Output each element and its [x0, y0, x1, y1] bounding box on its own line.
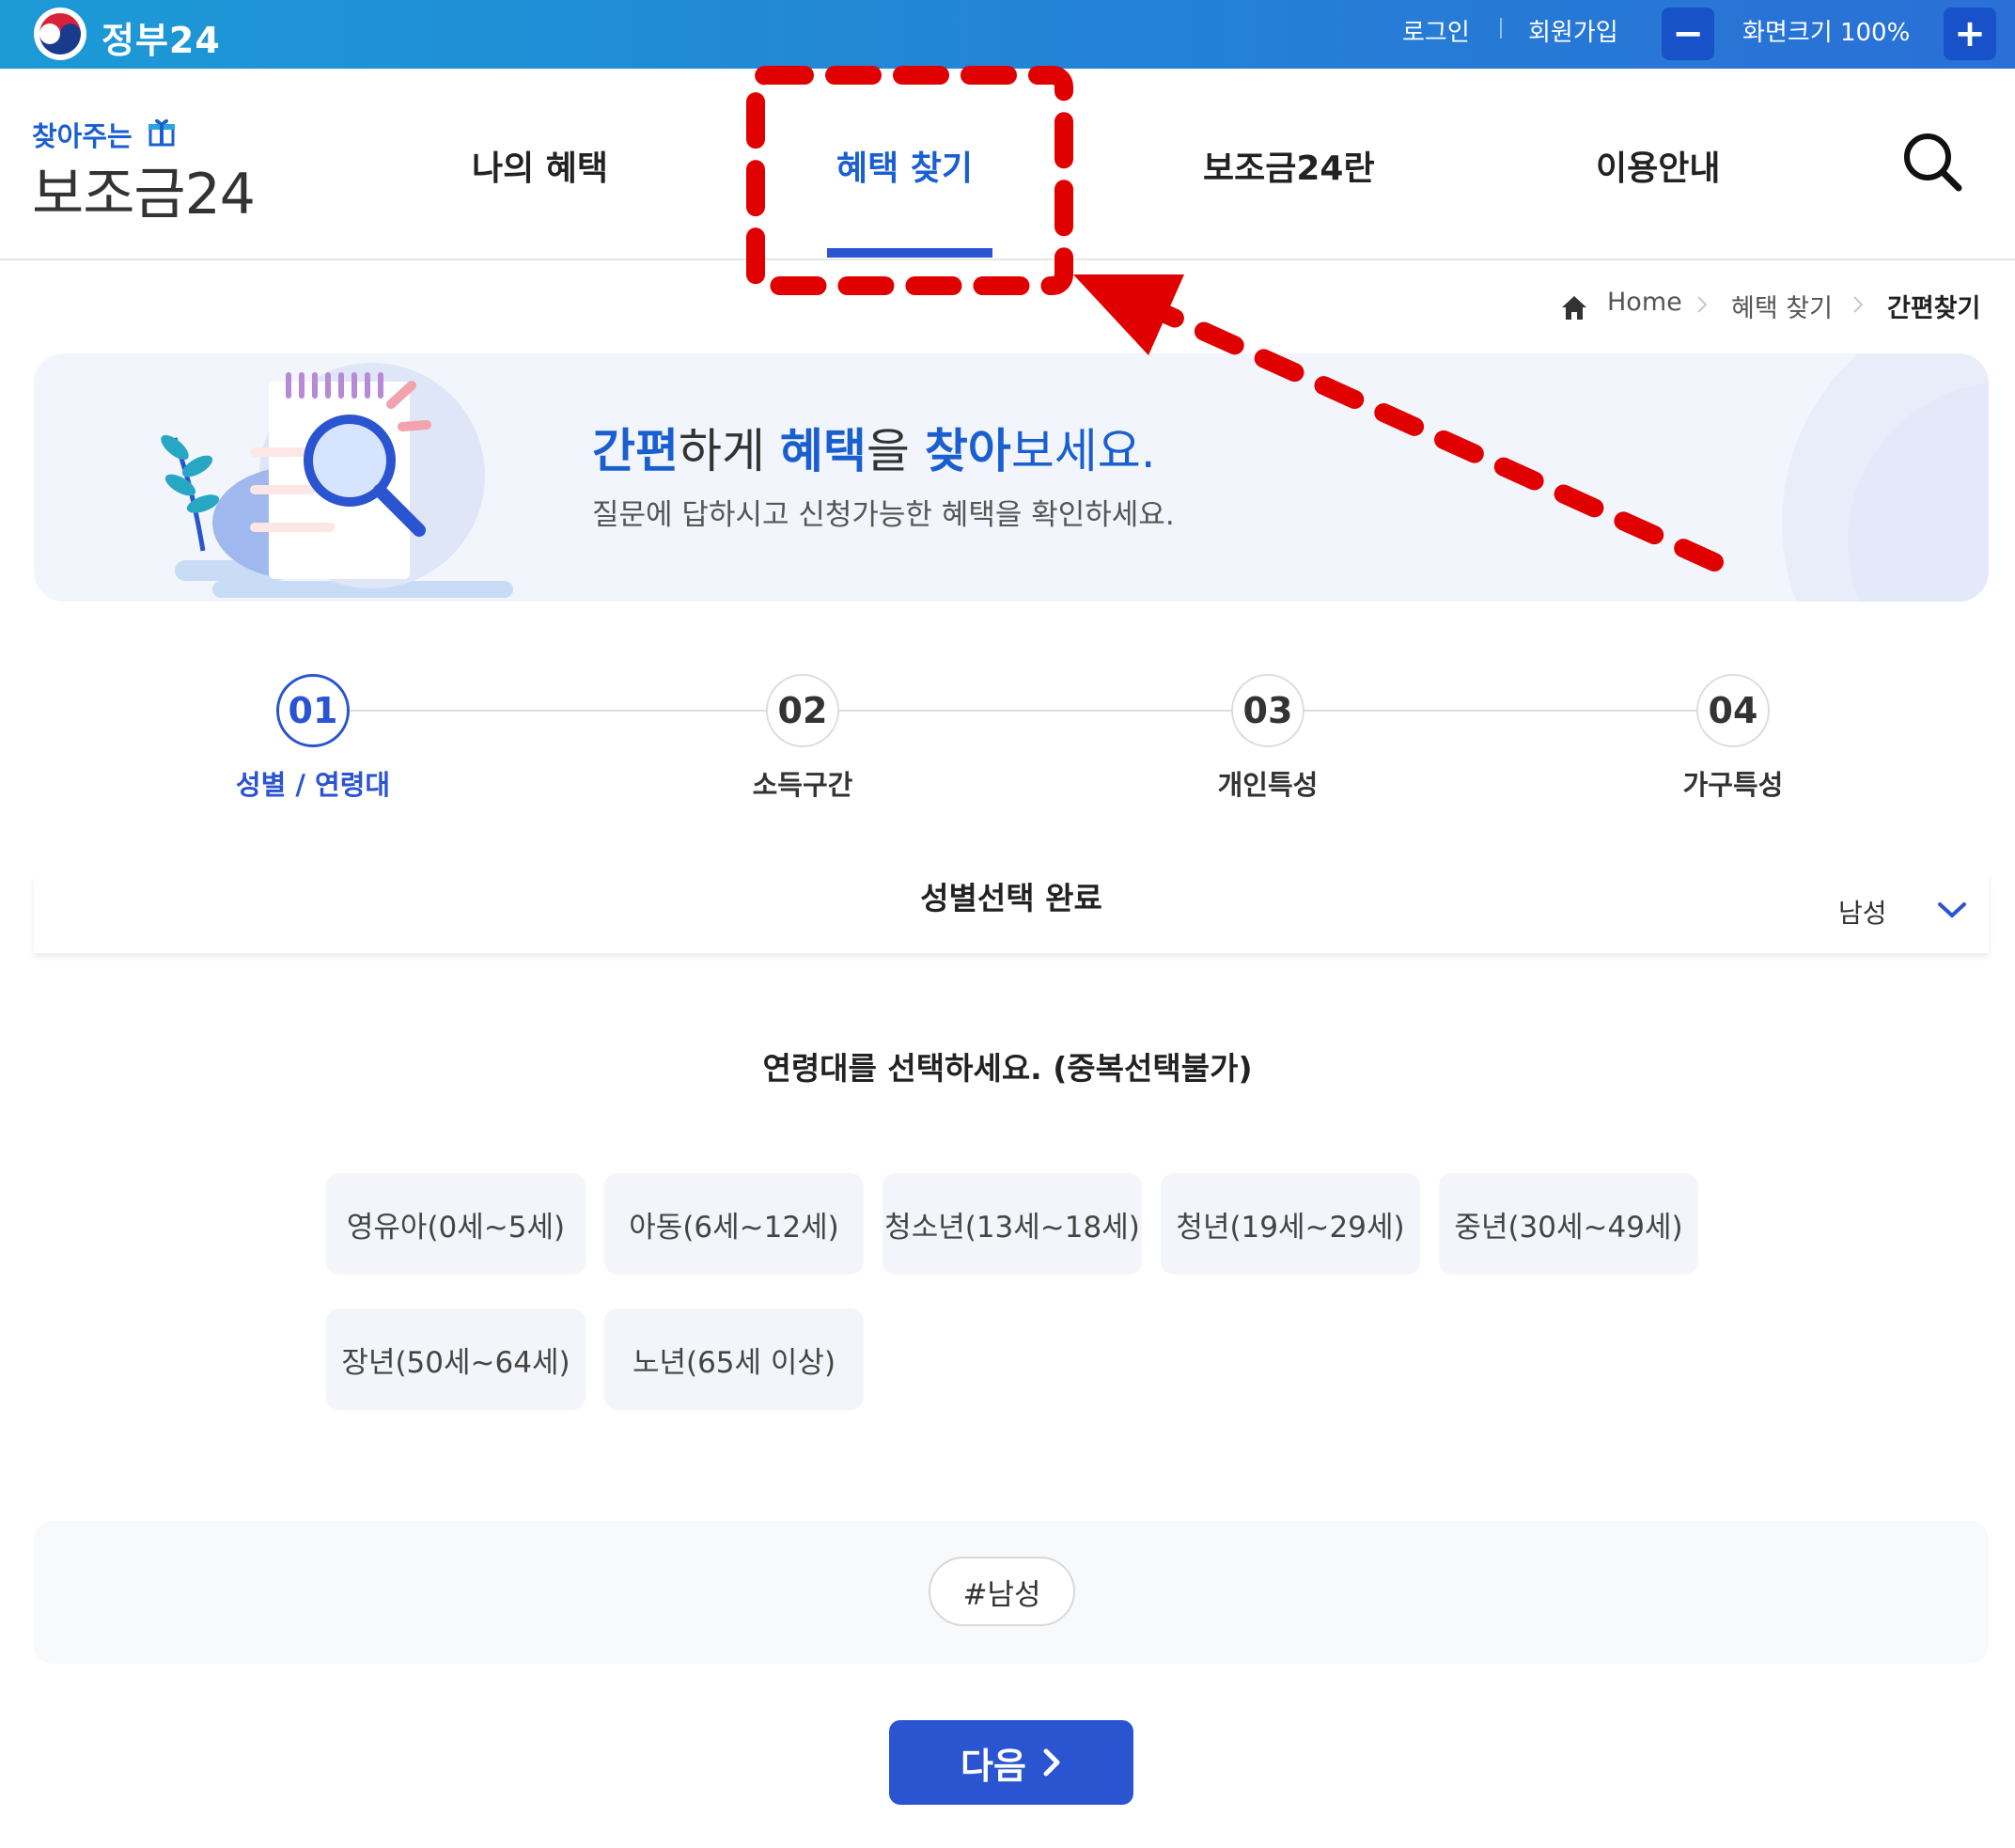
- step-2-label[interactable]: 소득구간: [680, 763, 925, 803]
- chevron-down-icon[interactable]: [1936, 899, 1968, 921]
- nav-guide[interactable]: 이용안내: [1596, 141, 1720, 190]
- nav-my-benefits[interactable]: 나의 혜택: [472, 141, 608, 190]
- age-option-youth[interactable]: 청년(19세~29세): [1161, 1173, 1420, 1275]
- step-connector-line: [313, 710, 1734, 712]
- search-icon[interactable]: [1902, 132, 1962, 192]
- gender-section-title: 성별선택 완료: [920, 880, 1102, 916]
- step-4-label[interactable]: 가구특성: [1611, 763, 1855, 803]
- step-4-circle[interactable]: 04: [1696, 674, 1770, 747]
- plus-icon: +: [1954, 12, 1986, 55]
- next-button-label: 다음: [961, 1745, 1026, 1787]
- gender-selection-accordion[interactable]: 성별선택 완료 남성: [34, 874, 1989, 953]
- step-3-label[interactable]: 개인특성: [1146, 763, 1390, 803]
- age-question: 연령대를 선택하세요. (중복선택불가): [762, 1050, 1253, 1087]
- step-2-circle[interactable]: 02: [766, 674, 839, 747]
- step-1-label[interactable]: 성별 / 연령대: [191, 763, 435, 803]
- hero-title-part: 하게: [679, 424, 780, 478]
- login-link[interactable]: 로그인: [1402, 13, 1470, 48]
- hero-title-part: 찾아: [924, 424, 1011, 478]
- gov-taegeuk-logo-icon[interactable]: [32, 6, 88, 62]
- hero-subtitle: 질문에 답하시고 신청가능한 혜택을 확인하세요.: [592, 498, 1175, 532]
- breadcrumb-current: 간편찾기: [1887, 294, 1981, 323]
- chevron-right-icon: [1853, 296, 1864, 313]
- active-nav-indicator: [827, 248, 992, 258]
- gov24-brand[interactable]: 정부24: [102, 11, 221, 63]
- hero-title-part: 혜택: [779, 424, 867, 478]
- chevron-right-icon: [1043, 1748, 1060, 1777]
- breadcrumb-home[interactable]: Home: [1607, 288, 1682, 317]
- site-logo-name: 보조금24: [32, 162, 256, 227]
- zoom-level-label: 화면크기 100%: [1742, 19, 1911, 47]
- document-search-illustration-icon: [161, 363, 513, 598]
- age-option-infant[interactable]: 영유아(0세~5세): [326, 1173, 586, 1275]
- step-1-circle[interactable]: 01: [276, 674, 350, 747]
- gift-icon: [148, 118, 175, 147]
- selected-tag: #남성: [929, 1557, 1075, 1626]
- gender-selected-value: 남성: [1838, 898, 1887, 929]
- nav-find-benefits[interactable]: 혜택 찾기: [836, 141, 973, 190]
- zoom-in-button[interactable]: +: [1944, 8, 1996, 60]
- hero-decoration: [1782, 353, 1989, 602]
- step-3-circle[interactable]: 03: [1231, 674, 1304, 747]
- signup-link[interactable]: 회원가입: [1528, 13, 1618, 48]
- gov-top-bar: 정부24 로그인 회원가입 − 화면크기 100% +: [0, 0, 2015, 69]
- age-option-teen[interactable]: 청소년(13세~18세): [883, 1173, 1142, 1275]
- hero-title-part: 보세요.: [1010, 424, 1156, 478]
- hero-title: 간편하게 혜택을 찾아보세요.: [592, 414, 1156, 481]
- hero-banner: 간편하게 혜택을 찾아보세요. 질문에 답하시고 신청가능한 혜택을 확인하세요…: [34, 353, 1989, 602]
- top-divider: [1500, 18, 1502, 39]
- home-icon[interactable]: [1560, 293, 1588, 321]
- header-divider: [0, 258, 2015, 260]
- hero-title-part: 을: [866, 424, 925, 478]
- age-option-senior[interactable]: 노년(65세 이상): [604, 1308, 864, 1410]
- age-option-child[interactable]: 아동(6세~12세): [604, 1173, 864, 1275]
- nav-about-subsidy24[interactable]: 보조금24란: [1203, 141, 1375, 190]
- chevron-right-icon: [1697, 296, 1708, 313]
- breadcrumb-section[interactable]: 혜택 찾기: [1731, 288, 1833, 324]
- age-option-older-adult[interactable]: 장년(50세~64세): [326, 1308, 586, 1410]
- hero-title-part: 간편: [592, 424, 679, 478]
- age-option-middle-aged[interactable]: 중년(30세~49세): [1439, 1173, 1698, 1275]
- zoom-out-button[interactable]: −: [1662, 8, 1714, 60]
- minus-icon: −: [1672, 12, 1704, 55]
- next-button[interactable]: 다음: [889, 1720, 1133, 1805]
- annotation-arrow-head: [1073, 274, 1184, 355]
